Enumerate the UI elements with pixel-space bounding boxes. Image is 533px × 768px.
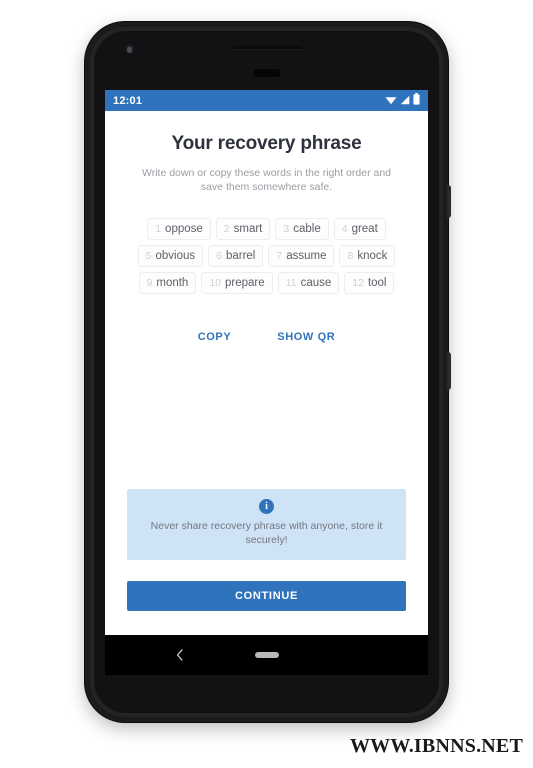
home-pill[interactable] (254, 652, 279, 658)
info-icon: i (259, 499, 274, 514)
recovery-word-chip: 7 assume (268, 245, 335, 267)
recovery-word-text: cable (293, 223, 321, 235)
recovery-word-chip: 9 month (138, 272, 197, 294)
recovery-word-index: 12 (352, 277, 364, 289)
recovery-word-chip: 6 barrel (208, 245, 264, 267)
recovery-word-index: 9 (146, 277, 153, 289)
phone-screen: 12:01 Your recovery phrase Write down or… (105, 90, 428, 635)
show-qr-button[interactable]: SHOW QR (271, 327, 341, 347)
recovery-word-text: assume (286, 250, 327, 262)
recovery-word-chip: 12 tool (344, 272, 395, 294)
watermark: WWW.IBNNS.NET (349, 735, 523, 757)
volume-button[interactable] (447, 352, 451, 390)
app-content: Your recovery phrase Write down or copy … (105, 111, 428, 635)
continue-button[interactable]: CONTINUE (127, 581, 406, 611)
recovery-word-index: 3 (283, 223, 290, 235)
status-bar: 12:01 (105, 90, 428, 111)
recovery-word-index: 1 (155, 223, 162, 235)
phone-device: 12:01 Your recovery phrase Write down or… (85, 22, 451, 722)
earpiece-speaker (231, 46, 302, 49)
recovery-word-index: 2 (223, 223, 230, 235)
recovery-word-chip: 8 knock (339, 245, 396, 267)
recovery-word-chip: 10 prepare (201, 272, 273, 294)
recovery-word-text: oppose (165, 223, 203, 235)
recovery-word-text: tool (367, 277, 387, 289)
status-icons (385, 92, 420, 110)
recovery-word-chip: 4 great (333, 218, 386, 240)
recovery-word-text: great (351, 223, 378, 235)
word-actions: COPY SHOW QR (127, 327, 406, 347)
recovery-word-text: cause (300, 277, 332, 289)
info-banner-text: Never share recovery phrase with anyone,… (150, 520, 383, 546)
recovery-word-chip: 3 cable (275, 218, 329, 240)
power-button[interactable] (447, 185, 451, 218)
recovery-word-chip: 2 smart (215, 218, 271, 240)
proximity-sensor (253, 69, 280, 77)
recovery-word-text: prepare (225, 277, 265, 289)
copy-button[interactable]: COPY (192, 327, 238, 347)
recovery-word-index: 5 (145, 250, 152, 262)
signal-icon (400, 92, 410, 110)
wifi-icon (385, 92, 397, 110)
recovery-word-text: month (156, 277, 189, 289)
recovery-word-index: 10 (209, 277, 222, 289)
recovery-word-chip: 5 obvious (137, 245, 204, 267)
recovery-words-list: 1 oppose 2 smart 3 cable 4 great 5 obvious 6 barrel… (127, 218, 406, 294)
page-title: Your recovery phrase (171, 133, 362, 154)
recovery-word-index: 7 (276, 250, 283, 262)
recovery-word-index: 8 (347, 250, 354, 262)
back-icon[interactable] (173, 648, 187, 662)
recovery-word-index: 6 (216, 250, 222, 262)
front-camera-icon (125, 44, 134, 53)
recovery-word-text: knock (357, 250, 388, 262)
status-time: 12:01 (113, 94, 143, 107)
recovery-word-index: 4 (341, 223, 348, 235)
recovery-word-chip: 1 oppose (147, 218, 211, 240)
recovery-word-text: barrel (225, 250, 256, 262)
recovery-word-index: 11 (285, 277, 297, 289)
navigation-bar (105, 635, 428, 675)
recovery-word-text: smart (233, 223, 263, 235)
battery-icon (413, 92, 420, 110)
recovery-word-text: obvious (155, 250, 196, 262)
info-banner: i Never share recovery phrase with anyon… (127, 489, 406, 560)
page-subtitle: Write down or copy these words in the ri… (141, 167, 392, 193)
recovery-word-chip: 11 cause (277, 272, 340, 294)
